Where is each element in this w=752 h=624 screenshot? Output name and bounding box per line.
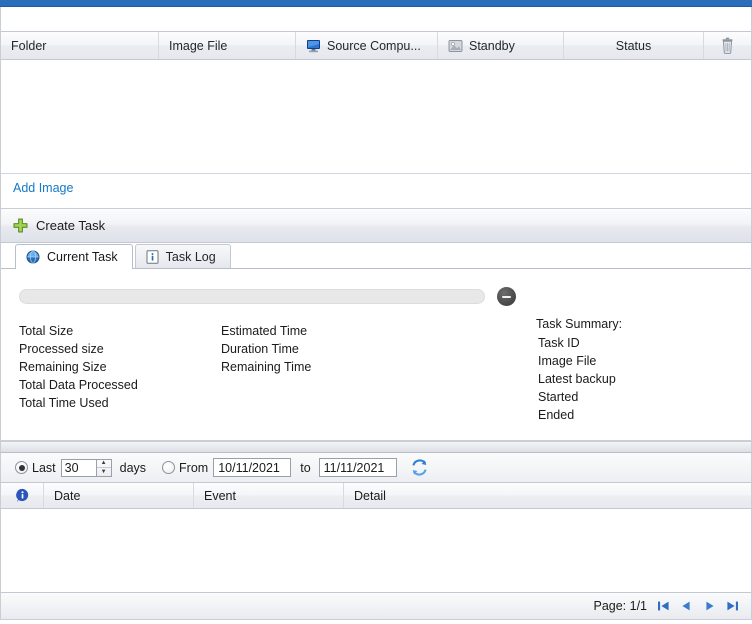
stat-estimated-time: Estimated Time xyxy=(221,322,311,340)
column-header-standby-label: Standby xyxy=(469,39,515,53)
summary-image-file: Image File xyxy=(536,352,622,370)
column-header-event[interactable]: Event xyxy=(194,483,344,508)
column-header-source-computer-label: Source Compu... xyxy=(327,39,421,53)
add-image-link[interactable]: Add Image xyxy=(13,181,73,195)
tab-current-task[interactable]: Current Task xyxy=(15,244,133,269)
spinner-up-icon[interactable]: ▲ xyxy=(97,460,111,469)
add-image-row: Add Image xyxy=(1,173,751,202)
column-header-event-label: Event xyxy=(204,489,236,503)
column-header-detail[interactable]: Detail xyxy=(344,483,751,508)
stat-total-data-processed: Total Data Processed xyxy=(19,376,138,394)
column-header-folder[interactable]: Folder xyxy=(1,32,159,59)
from-date-input[interactable]: 10/11/2021 xyxy=(213,458,291,477)
column-header-status[interactable]: Status xyxy=(564,32,704,59)
task-statistics-left: Total Size Processed size Remaining Size… xyxy=(19,322,138,412)
summary-started: Started xyxy=(536,388,622,406)
to-date-input[interactable]: 11/11/2021 xyxy=(319,458,397,477)
trash-icon[interactable] xyxy=(720,37,735,54)
summary-ended: Ended xyxy=(536,406,622,424)
standby-image-icon xyxy=(448,39,463,53)
first-page-button[interactable] xyxy=(656,598,670,614)
to-label: to xyxy=(300,461,310,475)
column-header-standby[interactable]: Standby xyxy=(438,32,564,59)
column-header-source-computer[interactable]: Source Compu... xyxy=(296,32,438,59)
pager-label: Page: 1/1 xyxy=(593,599,647,613)
radio-last-days-label: Last xyxy=(32,461,56,475)
column-header-folder-label: Folder xyxy=(11,39,46,53)
tab-task-log-label: Task Log xyxy=(166,250,216,264)
radio-from-range[interactable] xyxy=(162,461,175,474)
horizontal-splitter[interactable] xyxy=(0,441,752,453)
last-days-spinner[interactable]: ▲ ▼ xyxy=(97,459,112,477)
progress-row xyxy=(1,287,751,306)
next-page-button[interactable] xyxy=(702,598,716,614)
days-label: days xyxy=(120,461,146,475)
log-filter-bar: Last 30 ▲ ▼ days From 10/11/2021 to 11/1… xyxy=(0,453,752,483)
column-header-image-file-label: Image File xyxy=(169,39,227,53)
prev-page-icon xyxy=(680,600,693,612)
last-days-input[interactable]: 30 xyxy=(61,459,97,477)
first-page-icon xyxy=(657,600,670,612)
refresh-log-button[interactable] xyxy=(411,459,429,477)
task-progress-bar xyxy=(19,289,485,304)
column-header-detail-label: Detail xyxy=(354,489,386,503)
create-task-bar[interactable]: Create Task xyxy=(0,208,752,243)
bottom-padding xyxy=(0,620,752,624)
images-panel-top-space xyxy=(1,7,751,31)
stop-task-button[interactable] xyxy=(497,287,516,306)
info-document-icon xyxy=(146,250,159,264)
next-page-icon xyxy=(703,600,716,612)
refresh-icon xyxy=(411,459,428,476)
task-summary: Task Summary: Task ID Image File Latest … xyxy=(536,315,622,424)
images-panel: Folder Image File Source Compu... xyxy=(0,7,752,202)
log-grid-header: Date Event Detail xyxy=(0,483,752,509)
last-page-button[interactable] xyxy=(725,598,739,614)
current-task-panel: Total Size Processed size Remaining Size… xyxy=(0,269,752,441)
stat-duration-time: Duration Time xyxy=(221,340,311,358)
images-grid-header: Folder Image File Source Compu... xyxy=(1,31,751,60)
application-window: Folder Image File Source Compu... xyxy=(0,0,752,624)
tab-current-task-label: Current Task xyxy=(47,250,118,264)
tab-task-log[interactable]: Task Log xyxy=(135,244,231,269)
globe-icon xyxy=(26,250,40,264)
task-statistics-right: Estimated Time Duration Time Remaining T… xyxy=(221,322,311,376)
spinner-down-icon[interactable]: ▼ xyxy=(97,468,111,476)
stat-total-size: Total Size xyxy=(19,322,138,340)
summary-task-id: Task ID xyxy=(536,334,622,352)
computer-monitor-icon xyxy=(306,39,321,53)
stat-total-time-used: Total Time Used xyxy=(19,394,138,412)
plus-icon xyxy=(13,218,28,233)
column-header-date-label: Date xyxy=(54,489,80,503)
radio-last-days[interactable] xyxy=(15,461,28,474)
column-header-status-label: Status xyxy=(616,39,651,53)
info-icon xyxy=(15,488,30,503)
task-tabs: Current Task Task Log xyxy=(0,243,752,269)
column-header-image-file[interactable]: Image File xyxy=(159,32,296,59)
summary-latest-backup: Latest backup xyxy=(536,370,622,388)
stop-minus-icon xyxy=(502,296,511,298)
column-header-delete[interactable] xyxy=(704,32,751,59)
stat-remaining-time: Remaining Time xyxy=(221,358,311,376)
create-task-label: Create Task xyxy=(36,218,105,233)
log-pager: Page: 1/1 xyxy=(0,592,752,620)
images-grid-body[interactable] xyxy=(1,60,751,173)
stat-remaining-size: Remaining Size xyxy=(19,358,138,376)
stat-processed-size: Processed size xyxy=(19,340,138,358)
window-title-bar xyxy=(0,0,752,7)
column-header-info[interactable] xyxy=(1,483,44,508)
radio-from-range-label: From xyxy=(179,461,208,475)
column-header-date[interactable]: Date xyxy=(44,483,194,508)
last-page-icon xyxy=(726,600,739,612)
log-grid-body[interactable] xyxy=(0,509,752,592)
prev-page-button[interactable] xyxy=(679,598,693,614)
task-summary-title: Task Summary: xyxy=(536,315,622,333)
